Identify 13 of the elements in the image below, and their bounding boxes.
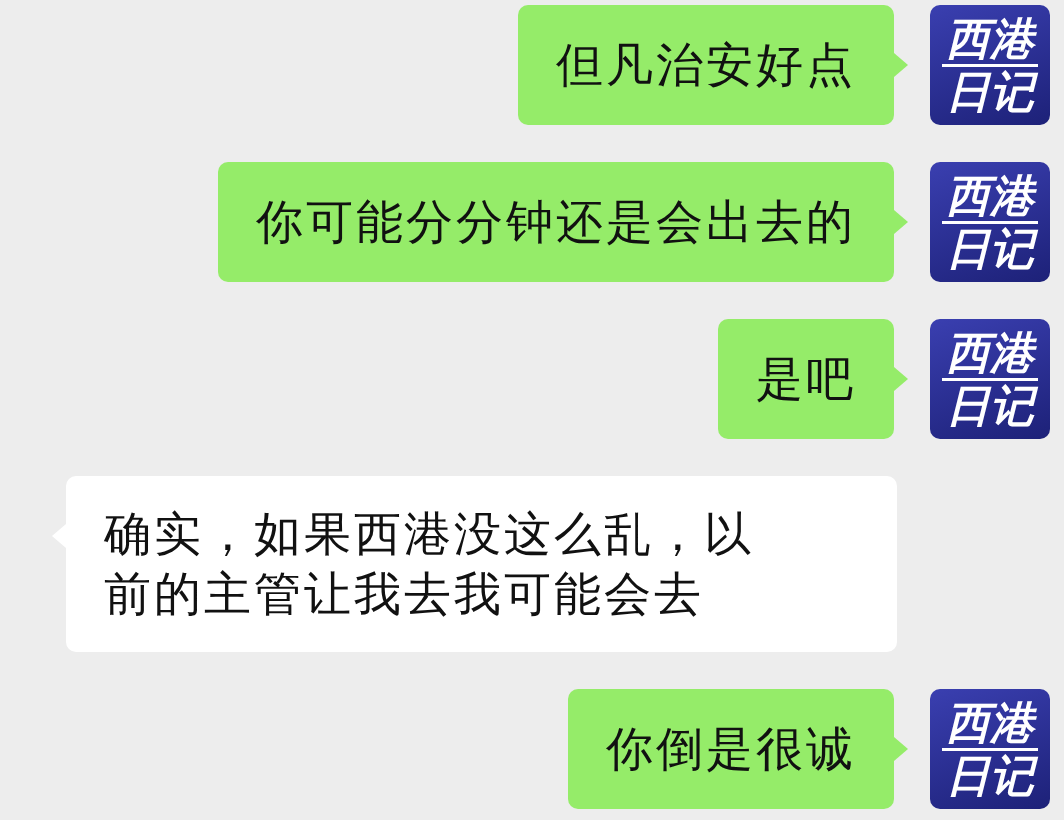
message-bubble: 你倒是很诚 [568,689,894,809]
avatar[interactable]: 西港 日记 [930,689,1050,809]
avatar[interactable]: 西港 日记 [930,162,1050,282]
bubble-tail [894,210,908,234]
bubble-tail [894,53,908,77]
bubble-tail [894,367,908,391]
message-bubble: 但凡治安好点 [518,5,894,125]
message-bubble: 是吧 [718,319,894,439]
avatar[interactable]: 西港 日记 [930,319,1050,439]
bubble-tail [894,737,908,761]
avatar[interactable]: 西港 日记 [930,5,1050,125]
message-bubble: 确实，如果西港没这么乱，以前的主管让我去我可能会去 [66,476,897,652]
message-bubble: 你可能分分钟还是会出去的 [218,162,894,282]
